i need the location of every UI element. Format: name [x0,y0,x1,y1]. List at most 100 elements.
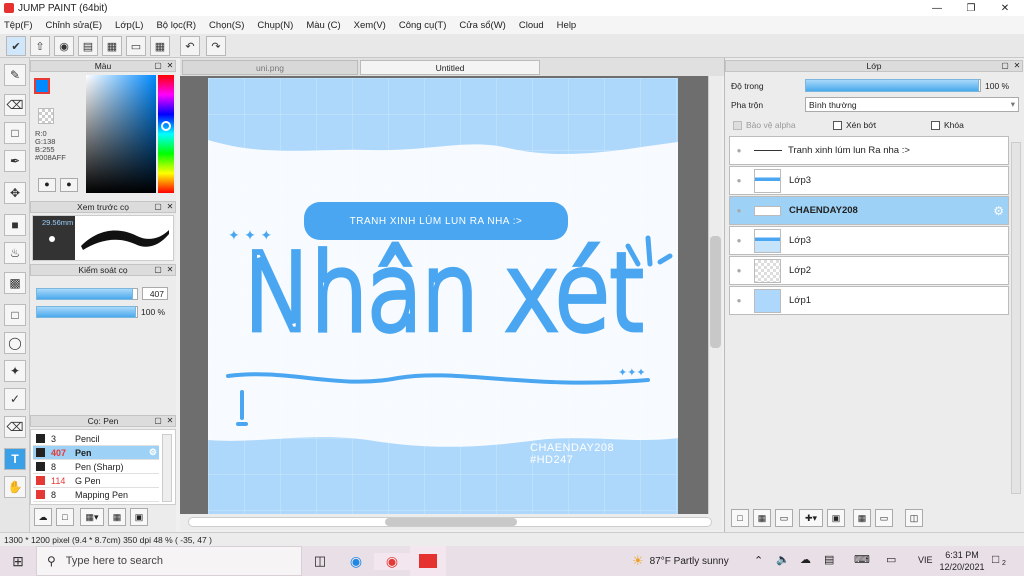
transparent-color-swatch[interactable] [38,108,54,124]
clock[interactable]: 6:31 PM 12/20/2021 [938,549,986,573]
edge-icon[interactable]: ◉ [338,553,374,570]
hand-tool-icon[interactable]: ✋ [4,476,26,498]
menu-help[interactable]: Help [557,20,577,31]
check-icon[interactable]: ✔ [6,36,26,56]
eye-icon[interactable]: ● [730,236,748,245]
panel-float-icon[interactable]: ▢ [1000,61,1010,71]
layer-row[interactable]: ● Lớp2 [729,256,1009,285]
saturation-value-picker[interactable] [86,75,156,193]
magic-wand-icon[interactable]: ✦ [4,360,26,382]
battery-icon[interactable]: ▭ [886,553,896,566]
panel-close-icon[interactable]: ✕ [1012,61,1022,71]
panel-float-icon[interactable]: ▢ [153,61,163,71]
brush-menu-icon[interactable]: ▦▾ [80,508,104,526]
select-pen-icon[interactable]: ✓ [4,388,26,410]
eye-icon[interactable]: ● [730,296,748,305]
brush-folder-icon[interactable]: ▣ [130,508,148,526]
layer-row[interactable]: ● Lớp1 [729,286,1009,315]
select-rect-icon[interactable]: □ [4,304,26,326]
chrome-icon[interactable]: ◉ [374,552,410,570]
brush-list-scrollbar[interactable] [162,434,172,502]
panel-close-icon[interactable]: ✕ [165,265,175,275]
horizontal-scroll-thumb[interactable] [385,518,517,526]
eye-icon[interactable]: ● [730,176,748,185]
menu-layer[interactable]: Lớp(L) [115,20,143,31]
merge-layer-icon[interactable]: ▦ [853,509,871,527]
tab-uni-png[interactable]: uni.png [182,60,358,75]
layer-row[interactable]: ● Lớp3 [729,166,1009,195]
panel-float-icon[interactable]: ▢ [153,202,163,212]
share-icon[interactable]: ⇧ [30,36,50,56]
lock-checkbox[interactable]: Khóa [931,120,964,131]
undo-icon[interactable]: ↶ [180,36,200,56]
panel-close-icon[interactable]: ✕ [165,202,175,212]
cloud-icon[interactable]: ☁ [800,553,811,566]
windows-start-icon[interactable]: ⊞ [0,546,36,576]
panel-float-icon[interactable]: ▢ [153,416,163,426]
horizontal-scroll-track[interactable] [188,517,712,527]
close-button[interactable]: ✕ [988,0,1022,16]
brush-item-g-pen[interactable]: 114 G Pen [33,474,159,488]
redo-icon[interactable]: ↷ [206,36,226,56]
brush-size-slider[interactable] [36,288,138,300]
select-eraser-icon[interactable]: ⌫ [4,416,26,438]
eraser-tool-icon[interactable]: ⌫ [4,94,26,116]
eye-icon[interactable]: ● [730,266,748,275]
duplicate-layer-icon[interactable]: ▭ [775,509,793,527]
lasso-icon[interactable]: ◯ [4,332,26,354]
message-icon[interactable]: ▤ [78,36,98,56]
primary-color-swatch[interactable] [34,78,50,94]
canvas-area[interactable]: TRANH XINH LÚM LUN RA NHA :> Nhân xét ✦ … [180,76,708,514]
canvas-vertical-scrollbar[interactable] [708,76,722,514]
grid-icon[interactable]: ▦ [150,36,170,56]
layer-row[interactable]: ● Tranh xinh lúm lun Ra nha :> [729,136,1009,165]
search-box[interactable]: ⚲ Type here to search [36,546,302,576]
eye-icon[interactable]: ● [730,146,748,155]
task-view-icon[interactable]: ◫ [302,553,338,569]
vertical-scroll-thumb[interactable] [710,236,721,348]
move-tool-icon[interactable]: ✥ [4,182,26,204]
layer-opacity-slider[interactable] [805,79,981,92]
maximize-button[interactable]: ❐ [954,0,988,16]
protect-alpha-checkbox[interactable]: Bảo vệ alpha [733,120,796,131]
layer-folder-icon[interactable]: ▣ [827,509,845,527]
notification-icon[interactable]: □ 2 [992,552,1006,567]
add-layer-menu-icon[interactable]: ✚▾ [799,509,823,527]
menu-cloud[interactable]: Cloud [519,20,544,31]
brush-opacity-slider[interactable] [36,306,138,318]
chevron-up-icon[interactable]: ⌃ [754,554,763,567]
document-icon[interactable]: ▦ [102,36,122,56]
comment-icon[interactable]: ◉ [54,36,74,56]
menu-edit[interactable]: Chỉnh sửa(E) [46,20,103,31]
gear-icon[interactable]: ⚙ [149,447,157,458]
menu-file[interactable]: Tệp(F) [4,20,33,31]
hue-slider[interactable] [158,75,174,193]
copy-layer-icon[interactable]: ▭ [875,509,893,527]
hue-handle[interactable] [161,121,171,131]
menu-select[interactable]: Chọn(S) [209,20,244,31]
panel-close-icon[interactable]: ✕ [165,416,175,426]
tab-untitled[interactable]: Untitled [360,60,540,75]
gear-icon[interactable]: ⚙ [993,204,1004,218]
trash-icon[interactable]: ◫ [905,509,923,527]
bucket-tool-icon[interactable]: ♨ [4,242,26,264]
brush-item-mapping-pen[interactable]: 8 Mapping Pen [33,488,159,502]
artwork-canvas[interactable]: TRANH XINH LÚM LUN RA NHA :> Nhân xét ✦ … [208,78,678,514]
clip-checkbox[interactable]: Xén bớt [833,120,876,131]
menu-filter[interactable]: Bộ lọc(R) [156,20,196,31]
panel-float-icon[interactable]: ▢ [153,265,163,275]
menu-tools[interactable]: Công cụ(T) [399,20,447,31]
brush-cloud-icon[interactable]: ☁ [34,508,52,526]
network-icon[interactable]: ▤ [824,553,834,566]
brush-item-pen[interactable]: 407 Pen ⚙ [33,446,159,460]
speaker-icon[interactable]: 🔈 [776,553,790,566]
menu-capture[interactable]: Chụp(N) [257,20,293,31]
new-brush-icon[interactable]: □ [56,508,74,526]
color-set-icon[interactable]: ● [60,178,78,192]
menu-color[interactable]: Màu (C) [306,20,340,31]
new-layer-icon[interactable]: □ [731,509,749,527]
brush-item-pen-sharp[interactable]: 8 Pen (Sharp) [33,460,159,474]
layer-row[interactable]: ● Lớp3 [729,226,1009,255]
blend-mode-select[interactable]: Bình thường ▾ [805,97,1019,112]
minimize-button[interactable]: — [920,0,954,16]
